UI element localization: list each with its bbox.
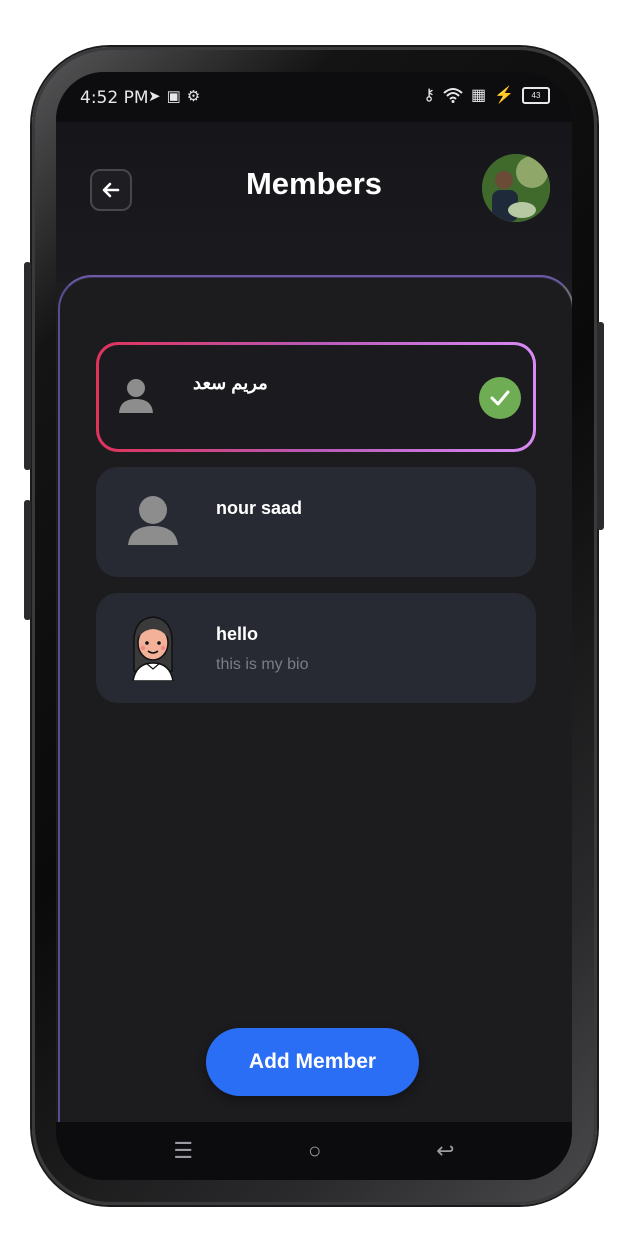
navigation-bar: ☰ ○ ↩ <box>56 1122 572 1180</box>
girl-avatar-icon <box>132 616 174 681</box>
check-icon <box>479 377 521 419</box>
member-name: مريم سعد <box>193 373 268 393</box>
settings-icon: ⚙ <box>186 88 207 105</box>
header: Members <box>56 122 572 282</box>
wifi-icon <box>443 88 463 103</box>
person-silhouette-icon <box>119 379 153 413</box>
person-silhouette-icon <box>128 496 178 545</box>
charging-icon: ⚡ <box>494 87 514 104</box>
profile-avatar[interactable] <box>482 154 550 222</box>
status-time: 4:52 PM <box>80 88 149 108</box>
add-member-button[interactable]: Add Member <box>206 1028 419 1096</box>
avatar-photo <box>482 154 550 222</box>
key-icon: ⚷ <box>423 87 435 104</box>
phone-screen: 4:52 PM ➤▣⚙ ⚷ ▦ ⚡ 43 Members مريم سعد no… <box>56 72 572 1180</box>
member-row-1[interactable]: مريم سعد <box>96 342 536 452</box>
member-name: nour saad <box>216 498 303 518</box>
battery-icon: 43 <box>522 86 550 104</box>
telegram-icon: ➤ <box>148 88 167 105</box>
battery-level: 43 <box>531 90 541 100</box>
menu-icon[interactable]: ☰ <box>173 1138 193 1164</box>
status-left-icons: ➤▣⚙ <box>148 87 206 105</box>
status-bar: 4:52 PM ➤▣⚙ ⚷ ▦ ⚡ 43 <box>56 72 572 122</box>
side-button <box>24 500 31 620</box>
member-row-2[interactable]: nour saad <box>96 467 536 577</box>
app-icon: ▣ <box>166 88 187 105</box>
status-right-icons: ⚷ ▦ ⚡ 43 <box>423 85 550 105</box>
volume-button <box>24 262 31 470</box>
signal-icon: ▦ <box>470 87 487 104</box>
member-row-3[interactable]: hello this is my bio <box>96 593 536 703</box>
home-icon[interactable]: ○ <box>308 1138 321 1164</box>
back-icon[interactable]: ↩ <box>436 1138 454 1164</box>
power-button <box>597 322 604 530</box>
member-name: hello <box>216 624 259 644</box>
member-bio: this is my bio <box>216 656 309 673</box>
